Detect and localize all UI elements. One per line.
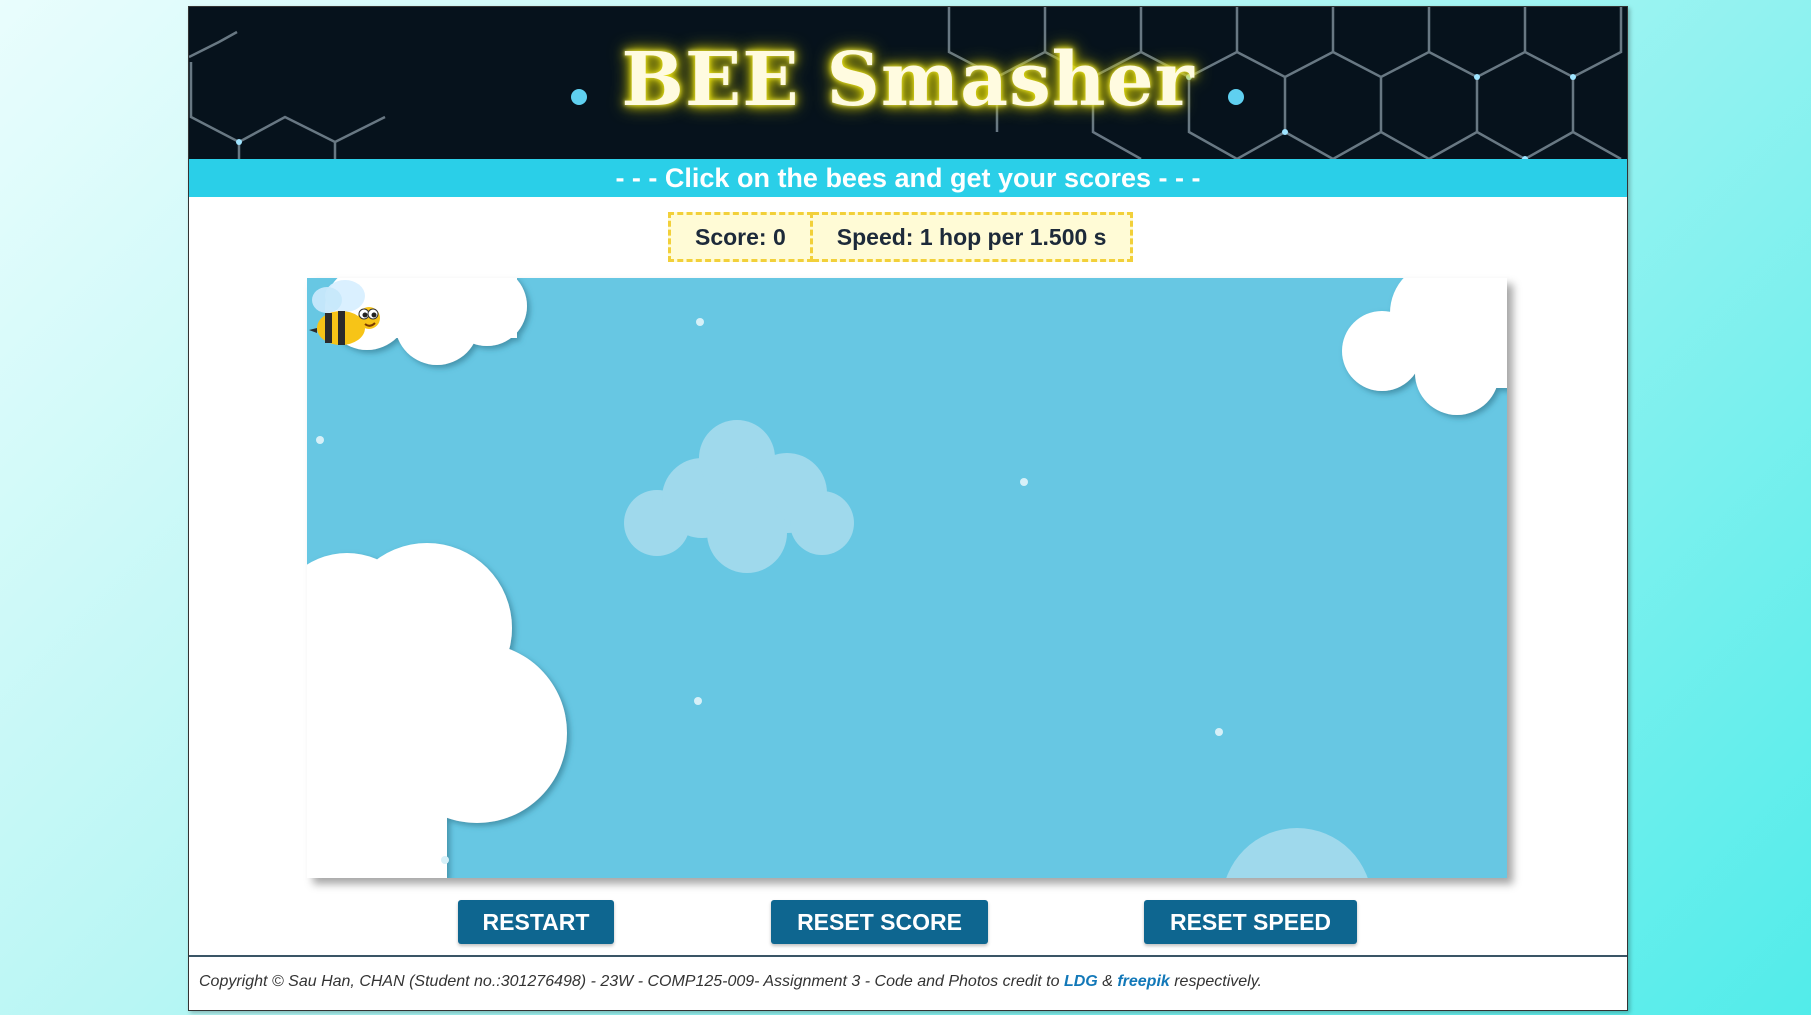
- reset-score-button[interactable]: RESET SCORE: [771, 900, 988, 944]
- reset-speed-button[interactable]: RESET SPEED: [1144, 900, 1357, 944]
- footer: Copyright © Sau Han, CHAN (Student no.:3…: [189, 955, 1627, 1010]
- header-banner: BEE Smasher: [189, 7, 1627, 159]
- footer-copyright-text: Copyright © Sau Han, CHAN (Student no.:3…: [199, 973, 1064, 990]
- bee-icon[interactable]: [307, 278, 383, 354]
- cloud-icon: [307, 543, 567, 878]
- stats-panel: Score: 0 Speed: 1 hop per 1.500 s: [668, 212, 1134, 262]
- page-container: BEE Smasher - - - Click on the bees and …: [188, 6, 1628, 1011]
- cloud-icon: [1226, 828, 1368, 878]
- cloud-icon: [1342, 278, 1507, 415]
- game-area[interactable]: [307, 278, 1507, 878]
- ldg-link[interactable]: LDG: [1064, 973, 1098, 990]
- page-title: BEE Smasher: [621, 37, 1195, 123]
- score-display: Score: 0: [668, 212, 813, 262]
- speed-display: Speed: 1 hop per 1.500 s: [812, 212, 1134, 262]
- footer-respectively: respectively.: [1169, 973, 1262, 990]
- freepik-link[interactable]: freepik: [1117, 973, 1169, 990]
- instruction-bar: - - - Click on the bees and get your sco…: [189, 159, 1627, 197]
- sky-background: [307, 278, 1507, 878]
- cloud-icon: [624, 420, 854, 573]
- restart-button[interactable]: RESTART: [458, 900, 614, 944]
- footer-ampersand: &: [1097, 973, 1118, 990]
